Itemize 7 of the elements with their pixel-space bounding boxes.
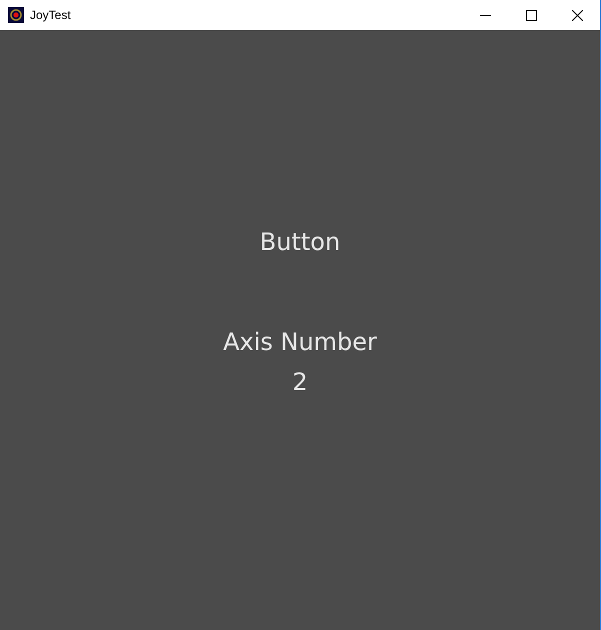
axis-label: Axis Number (223, 327, 377, 357)
axis-value: 2 (292, 367, 308, 397)
app-icon (8, 7, 24, 23)
window-title: JoyTest (30, 8, 71, 22)
close-icon (572, 10, 582, 20)
maximize-icon (526, 10, 536, 20)
button-label: Button (260, 227, 340, 257)
